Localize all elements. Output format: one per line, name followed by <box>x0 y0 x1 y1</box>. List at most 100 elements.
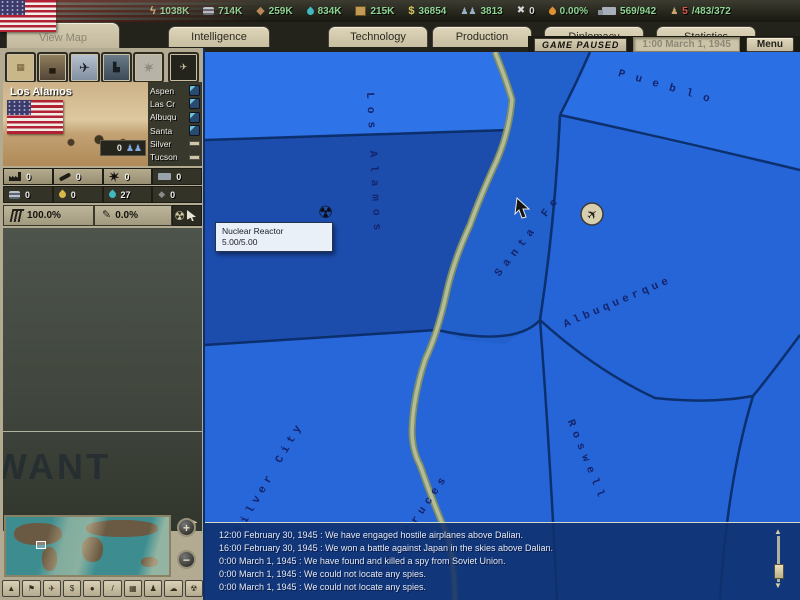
military-overview-button[interactable]: ✈ <box>168 52 199 83</box>
forces-value-red: 5 <box>682 5 688 17</box>
resource-dissent: 0.00% <box>547 5 589 17</box>
scroll-down-icon[interactable]: ▼ <box>774 582 782 590</box>
oil-icon <box>305 6 316 16</box>
unit-list-panel[interactable]: WANT ◄ ► <box>3 228 202 531</box>
goto-province-icon[interactable] <box>189 125 200 137</box>
tab-production[interactable]: Production <box>432 26 532 47</box>
map-view[interactable]: ☢ ✈ Los Alamos Santa Fe Pueblo Albuquerq… <box>205 52 800 600</box>
coastal-guns-stat[interactable]: 0 <box>52 168 103 185</box>
energy-resource: 0 <box>52 186 103 203</box>
province-name: Los Alamos <box>10 86 72 98</box>
map-mode-infra-button[interactable]: / <box>103 580 122 597</box>
convoys-value: 0 <box>176 171 182 182</box>
game-screen: ϟ 1038K 714K ◆ 259K 834K 215K $ 36854 ♟♟… <box>0 0 800 600</box>
adjacent-province-row[interactable]: Las Cr <box>150 98 200 110</box>
tab-intelligence[interactable]: Intelligence <box>168 26 270 47</box>
adjacent-province-row[interactable]: Santa <box>150 125 200 137</box>
manpower-icon: ♟♟ <box>460 5 477 16</box>
air-units-filter-button[interactable]: ✈ <box>69 52 100 83</box>
adjacent-province-row[interactable]: Tucson <box>150 152 200 163</box>
no-connection-icon <box>189 141 200 147</box>
transport-capacity-value: 569/942 <box>620 5 657 17</box>
log-message[interactable]: 12:00 February 30, 1945 : We have engage… <box>219 529 800 542</box>
land-units-icon: ▄ <box>49 62 56 73</box>
units-count-value: 0 <box>116 143 122 153</box>
zoom-in-button[interactable]: + <box>177 518 196 537</box>
goto-province-icon[interactable] <box>189 111 200 123</box>
resource-manpower: ♟♟ 3813 <box>460 6 502 17</box>
combat-icon <box>143 62 154 73</box>
nuclear-icon: ☢ <box>190 584 198 593</box>
panel-divider <box>3 431 202 432</box>
map-mode-air-button[interactable]: ✈ <box>42 580 61 597</box>
map-mode-resources-button[interactable]: ● <box>83 580 102 597</box>
menu-button[interactable]: Menu <box>745 37 794 52</box>
rare-materials-value: 0 <box>170 189 176 200</box>
scroll-up-icon[interactable]: ▲ <box>774 528 782 536</box>
minimap-view-rectangle[interactable] <box>36 541 46 549</box>
forces-value: /483/372 <box>691 5 731 17</box>
radiation-icon: ☢ <box>174 208 185 223</box>
transport-capacity-icon <box>598 7 617 15</box>
air-icon: ✈ <box>48 584 56 593</box>
map-mode-terrain-button[interactable]: ▲ <box>2 580 21 597</box>
map-canvas[interactable]: ☢ ✈ <box>205 52 800 600</box>
tab-technology[interactable]: Technology <box>328 26 428 47</box>
revolt-risk-value: 0.0% <box>115 210 139 221</box>
map-mode-weather-button[interactable]: ☁ <box>164 580 183 597</box>
terrain-map-filter-button[interactable]: ▦ <box>5 52 36 83</box>
factory-icon <box>9 172 21 181</box>
log-message[interactable]: 16:00 February 30, 1945 : We won a battl… <box>219 542 800 555</box>
province-northwest[interactable] <box>205 52 512 140</box>
units-icon: ♟♟ <box>125 142 142 153</box>
map-mode-political-button[interactable]: ⚑ <box>22 580 41 597</box>
oil-icon <box>107 189 117 200</box>
metal-resource: 0 <box>3 186 53 203</box>
land-units-filter-button[interactable]: ▄ <box>37 52 68 83</box>
log-message[interactable]: 0:00 March 1, 1945 : We have found and k… <box>219 555 800 568</box>
goto-province-icon[interactable] <box>189 85 200 97</box>
nuclear-reactor-map-icon[interactable]: ☢ <box>318 203 333 223</box>
anti-air-stat[interactable]: 0 <box>102 168 153 185</box>
combat-filter-button[interactable] <box>133 52 164 83</box>
oil-value: 834K <box>317 5 342 17</box>
political-icon: ⚑ <box>27 584 36 593</box>
revolt-risk-icon: ✎ <box>102 209 112 221</box>
naval-units-filter-button[interactable]: ▙ <box>101 52 132 83</box>
resource-forces: ♟ 5/483/372 <box>670 6 731 17</box>
manpower-value: 3813 <box>480 5 503 17</box>
resource-convoys: ✖ 0 <box>517 6 535 17</box>
forces-icon: ♟ <box>670 5 679 16</box>
convoys-icon: ✖ <box>516 5 526 16</box>
adjacent-province-row[interactable]: Silver <box>150 138 200 149</box>
log-message[interactable]: 0:00 March 1, 1945 : We could not locate… <box>219 568 800 581</box>
dissent-value: 0.00% <box>559 5 589 17</box>
rare-materials-icon: ◆ <box>158 189 166 199</box>
rare-materials-resource: ◆ 0 <box>152 186 202 203</box>
map-mode-manpower-button[interactable]: ♟ <box>144 580 163 597</box>
pause-bar: GAME PAUSED 1:00 March 1, 1945 Menu <box>528 36 800 53</box>
map-mode-nuclear-button[interactable]: ☢ <box>184 580 203 597</box>
minimap[interactable] <box>4 515 171 577</box>
map-mode-economic-button[interactable]: $ <box>62 580 82 597</box>
adjacent-province-row[interactable]: Aspen <box>150 85 200 97</box>
province-flag-canton <box>7 100 31 115</box>
map-mode-grid-button[interactable]: ▦ <box>123 580 143 597</box>
naval-units-icon: ▙ <box>113 62 120 72</box>
message-log[interactable]: 12:00 February 30, 1945 : We have engage… <box>205 522 800 600</box>
adjacent-label: Santa <box>150 125 173 136</box>
game-paused-badge: GAME PAUSED <box>534 37 628 52</box>
scrollbar-thumb[interactable] <box>774 564 784 579</box>
factories-stat[interactable]: 0 <box>3 168 53 185</box>
zoom-out-button[interactable]: − <box>177 550 196 569</box>
plus-icon: + <box>182 520 190 535</box>
adjacent-province-row[interactable]: Albuqu <box>150 111 200 123</box>
adjacent-province-list: Aspen Las Cr Albuqu Santa Silver Tucson <box>148 82 202 166</box>
energy-icon <box>57 189 68 200</box>
air-units-icon: ✈ <box>79 59 90 75</box>
goto-province-icon[interactable] <box>189 98 200 110</box>
nuclear-reactor-cell[interactable]: ☢ <box>172 205 202 226</box>
flag-streak-decoration <box>56 0 266 22</box>
log-scrollbar[interactable]: ▲ ▼ <box>771 528 785 590</box>
log-message[interactable]: 0:00 March 1, 1945 : We could not locate… <box>219 581 800 594</box>
